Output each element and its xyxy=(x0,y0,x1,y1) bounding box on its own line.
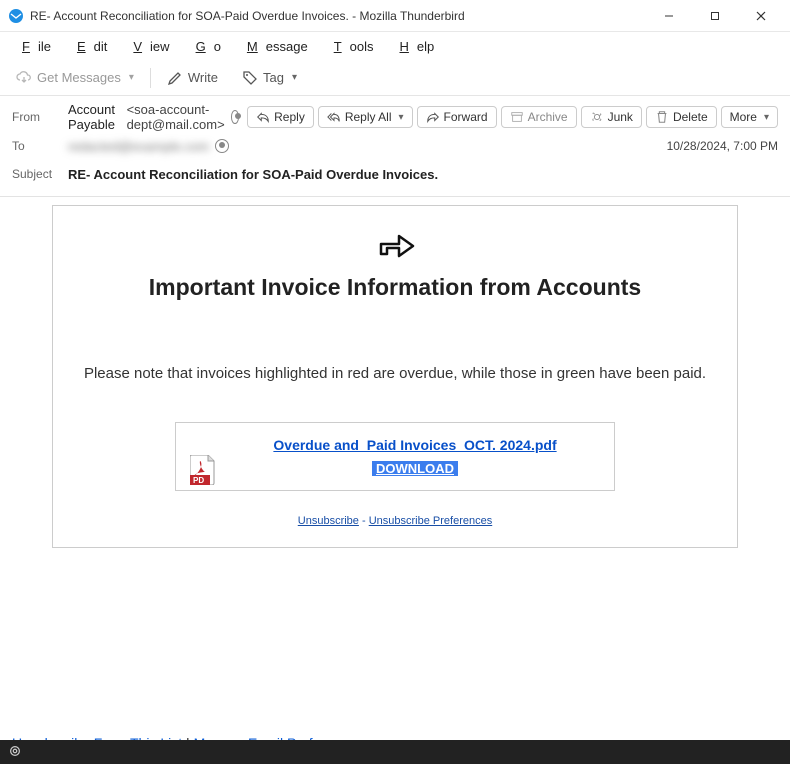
archive-button[interactable]: Archive xyxy=(501,106,577,128)
menu-help[interactable]: Help xyxy=(384,35,443,58)
thunderbird-icon xyxy=(8,8,24,24)
email-heading: Important Invoice Information from Accou… xyxy=(81,272,709,303)
minimize-button[interactable] xyxy=(646,0,692,31)
from-email: <soa-account-dept@mail.com> xyxy=(127,102,225,132)
menu-bar: File Edit View Go Message Tools Help xyxy=(0,32,790,60)
from-name: Account Payable xyxy=(68,102,121,132)
attachment-box: PD Overdue and_Paid Invoices_OCT. 2024.p… xyxy=(175,422,615,491)
pencil-icon xyxy=(167,70,183,86)
contact-icon[interactable] xyxy=(215,139,229,153)
email-card: Important Invoice Information from Accou… xyxy=(52,205,738,548)
separator xyxy=(150,68,151,88)
more-button[interactable]: More xyxy=(721,106,778,128)
get-messages-button[interactable]: Get Messages xyxy=(8,66,142,90)
menu-view[interactable]: View xyxy=(117,35,177,58)
status-bar xyxy=(0,740,790,764)
subject-value: RE- Account Reconciliation for SOA-Paid … xyxy=(68,167,438,182)
forward-button[interactable]: Forward xyxy=(417,106,497,128)
get-messages-label: Get Messages xyxy=(37,70,121,85)
close-button[interactable] xyxy=(738,0,784,31)
menu-edit[interactable]: Edit xyxy=(61,35,115,58)
from-label: From xyxy=(12,110,60,124)
main-toolbar: Get Messages Write Tag xyxy=(0,60,790,96)
tag-icon xyxy=(242,70,258,86)
menu-file[interactable]: File xyxy=(6,35,59,58)
pdf-icon: PD xyxy=(190,455,216,488)
svg-text:PD: PD xyxy=(193,476,204,485)
write-button[interactable]: Write xyxy=(159,66,226,90)
attachment-link[interactable]: Overdue and_Paid Invoices_OCT. 2024.pdf xyxy=(273,437,556,453)
junk-icon xyxy=(590,110,604,124)
contact-icon[interactable] xyxy=(231,110,239,124)
activity-icon[interactable] xyxy=(8,744,22,761)
unsubscribe-row: Unsubscribe - Unsubscribe Preferences xyxy=(81,515,709,527)
reply-icon xyxy=(256,110,270,124)
forward-icon xyxy=(426,110,440,124)
reply-button[interactable]: Reply xyxy=(247,106,314,128)
archive-icon xyxy=(510,110,524,124)
maximize-button[interactable] xyxy=(692,0,738,31)
tag-label: Tag xyxy=(263,70,284,85)
window-title: RE- Account Reconciliation for SOA-Paid … xyxy=(30,9,646,23)
subject-label: Subject xyxy=(12,167,60,181)
reply-all-icon xyxy=(327,110,341,124)
message-date: 10/28/2024, 7:00 PM xyxy=(667,139,778,153)
menu-go[interactable]: Go xyxy=(180,35,229,58)
junk-button[interactable]: Junk xyxy=(581,106,642,128)
to-value: redacted@example.com xyxy=(68,139,209,154)
trash-icon xyxy=(655,110,669,124)
unsubscribe-preferences-link[interactable]: Unsubscribe Preferences xyxy=(369,515,493,527)
menu-tools[interactable]: Tools xyxy=(318,35,382,58)
message-headers: From Account Payable <soa-account-dept@m… xyxy=(0,96,790,192)
message-body: PCrisk.com Important Invoice Information… xyxy=(0,197,790,761)
download-cloud-icon xyxy=(16,70,32,86)
share-icon xyxy=(373,224,417,264)
download-button[interactable]: DOWNLOAD xyxy=(372,461,458,476)
unsubscribe-link[interactable]: Unsubscribe xyxy=(298,515,359,527)
title-bar: RE- Account Reconciliation for SOA-Paid … xyxy=(0,0,790,32)
reply-all-button[interactable]: Reply All xyxy=(318,106,413,128)
tag-button[interactable]: Tag xyxy=(234,66,305,90)
menu-message[interactable]: Message xyxy=(231,35,316,58)
delete-button[interactable]: Delete xyxy=(646,106,717,128)
write-label: Write xyxy=(188,70,218,85)
to-label: To xyxy=(12,139,60,153)
email-paragraph: Please note that invoices highlighted in… xyxy=(81,363,709,386)
